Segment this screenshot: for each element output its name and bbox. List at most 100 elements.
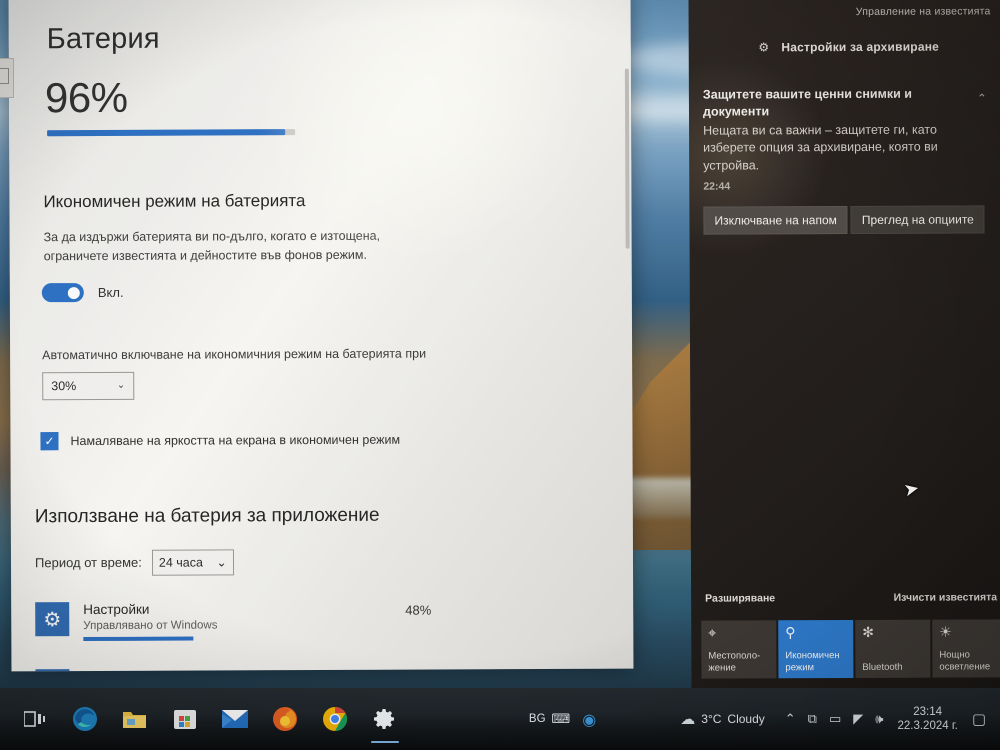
mail-glyph xyxy=(222,710,248,728)
window-scrollbar[interactable] xyxy=(624,68,630,249)
firefox-glyph xyxy=(273,707,297,731)
task-view-glyph xyxy=(24,711,45,727)
battery-saver-toggle-label: Вкл. xyxy=(97,284,124,300)
help-icon[interactable]: ◉ xyxy=(576,710,602,729)
time-period-dropdown[interactable]: 24 часа ⌄ xyxy=(151,549,234,576)
manage-notifications-link[interactable]: Управление на известията xyxy=(856,5,991,18)
auto-enable-threshold-dropdown[interactable]: 30% ⌄ xyxy=(42,371,135,400)
view-options-button[interactable]: Преглед на опциите xyxy=(850,205,985,235)
battery-level-bar xyxy=(47,129,296,137)
background-window-fragment xyxy=(0,58,14,98)
location-icon: ⌖ xyxy=(708,625,717,642)
quick-action-label: Местополо-жение xyxy=(708,650,761,674)
battery-percent-value: 96% xyxy=(44,73,128,122)
clock-time: 23:14 xyxy=(913,705,943,718)
firefox-icon[interactable] xyxy=(270,704,300,734)
notification-app-header: ⚙ Настройки за архивиране xyxy=(703,39,995,55)
store-glyph xyxy=(174,710,196,729)
taskbar: BG ⌨ ◉ ☁ 3°C Cloudy ⌃ ⧉ ▭ ◤ 🕪 23:14 22.3… xyxy=(0,688,1000,750)
auto-enable-label: Автоматично включване на икономичния реж… xyxy=(42,346,427,362)
battery-saver-toggle-row: Вкл. xyxy=(41,280,610,302)
gear-icon: ⚙ xyxy=(35,601,70,636)
file-explorer-icon[interactable] xyxy=(120,704,150,734)
battery-saver-toggle[interactable] xyxy=(41,282,84,302)
settings-content: Батерия 96% Икономичен режим на батерият… xyxy=(9,0,612,672)
quick-actions-grid: ⌖ Местополо-жение ⚲ Икономичен режим ✻ Bl… xyxy=(701,619,1000,679)
quick-action-label: Bluetooth xyxy=(862,661,903,673)
settings-window: — ▢ ✕ Батерия 96% Икономичен режим на ба… xyxy=(8,0,634,672)
quick-action-bluetooth[interactable]: ✻ Bluetooth xyxy=(855,619,931,678)
weather-condition[interactable]: Cloudy xyxy=(727,712,778,726)
keyboard-icon[interactable]: ⌨ xyxy=(546,712,577,727)
action-center-footer: Разширяване Изчисти известията xyxy=(705,591,997,604)
edge-glyph xyxy=(73,707,97,731)
app-usage-bar xyxy=(83,636,313,641)
auto-enable-threshold-value: 30% xyxy=(51,378,77,393)
time-period-label: Период от време: xyxy=(34,555,142,571)
dismiss-reminder-button[interactable]: Изключване на напом xyxy=(703,206,848,235)
screenshot-root: — ▢ ✕ Батерия 96% Икономичен режим на ба… xyxy=(0,0,1000,750)
active-indicator xyxy=(371,740,399,743)
app-usage-meta: Настройки Управлявано от Windows xyxy=(83,600,383,641)
gear-icon: ⚙ xyxy=(758,40,770,55)
clock-date: 22.3.2024 г. xyxy=(897,720,958,732)
notification-actions: Изключване на напом Преглед на опциите xyxy=(703,205,995,235)
battery-usage-heading: Използване на батерия за приложение xyxy=(34,504,380,528)
quick-action-night-light[interactable]: ☀ Нощно осветление xyxy=(932,619,1000,678)
system-tray: BG ⌨ ◉ ☁ 3°C Cloudy ⌃ ⧉ ▭ ◤ 🕪 23:14 22.3… xyxy=(529,705,992,734)
night-light-icon: ☀ xyxy=(939,624,952,641)
app-usage-percent: 48% xyxy=(405,602,432,618)
quick-action-label: Икономичен режим xyxy=(785,650,840,673)
time-period-value: 24 часа xyxy=(158,555,203,570)
battery-saver-description: За да издържи батерията ви по-дълго, ког… xyxy=(43,228,381,264)
notification-app-name: Настройки за архивиране xyxy=(781,39,940,55)
action-center-panel: Управление на известията ⚙ Настройки за … xyxy=(688,0,1000,691)
camera-icon[interactable]: ⧉ xyxy=(802,712,823,727)
dim-screen-checkbox-label: Намаляване на яркостта на екрана в иконо… xyxy=(70,432,401,448)
app-subtitle: Управлявано от Windows xyxy=(83,619,218,632)
taskbar-icons xyxy=(20,704,400,743)
battery-level-fill xyxy=(47,129,286,137)
volume-icon[interactable]: 🕪 xyxy=(869,712,889,727)
app-usage-fill xyxy=(83,636,194,641)
action-center-icon[interactable]: ▢ xyxy=(966,710,992,728)
chevron-down-icon: ⌄ xyxy=(216,555,227,570)
dim-screen-checkbox[interactable]: ✓ xyxy=(40,431,59,450)
quick-action-label: Нощно осветление xyxy=(939,649,991,673)
task-view-icon[interactable] xyxy=(20,704,50,734)
expand-link[interactable]: Разширяване xyxy=(705,592,775,604)
dim-screen-checkbox-row[interactable]: ✓ Намаляване на яркостта на екрана в ико… xyxy=(40,429,610,450)
wifi-icon[interactable]: ◤ xyxy=(847,712,869,727)
app-usage-row[interactable]: ⚙ Настройки Управлявано от Windows 48% xyxy=(35,599,611,641)
quick-action-location[interactable]: ⌖ Местополо-жение xyxy=(701,620,777,679)
chevron-up-icon[interactable]: ⌃ xyxy=(977,91,987,105)
toggle-knob xyxy=(67,286,80,299)
shield-icon: 🛡 xyxy=(35,668,70,672)
chevron-up-icon[interactable]: ⌃ xyxy=(779,712,802,727)
app-name: Настройки xyxy=(83,601,150,617)
page-title: Батерия xyxy=(46,22,160,56)
quick-action-battery-saver[interactable]: ⚲ Икономичен режим xyxy=(778,619,854,679)
microsoft-store-icon[interactable] xyxy=(170,704,200,734)
notification-timestamp: 22:44 xyxy=(703,180,731,193)
mail-icon[interactable] xyxy=(220,704,250,734)
battery-saver-heading: Икономичен режим на батерията xyxy=(43,191,306,212)
battery-saver-icon: ⚲ xyxy=(785,625,796,642)
clear-notifications-link[interactable]: Изчисти известията xyxy=(894,591,998,603)
folder-glyph xyxy=(123,712,146,728)
notification-title: Защитете вашите ценни снимки и документи xyxy=(702,86,912,119)
chrome-icon[interactable] xyxy=(320,704,350,734)
notification-card[interactable]: ⚙ Настройки за архивиране Защитете вашит… xyxy=(703,39,996,235)
chevron-down-icon: ⌄ xyxy=(116,380,126,392)
time-period-row: Период от време: 24 часа ⌄ xyxy=(35,547,611,576)
language-indicator[interactable]: BG xyxy=(529,713,546,725)
weather-cloud-icon: ☁ xyxy=(680,710,696,728)
bluetooth-icon: ✻ xyxy=(862,624,875,641)
weather-temperature[interactable]: 3°C xyxy=(701,712,727,726)
notification-body: Нещата ви са важни – защитете ги, като и… xyxy=(703,122,938,173)
settings-gear-icon[interactable] xyxy=(370,704,400,743)
gear-glyph xyxy=(374,709,394,729)
edge-icon[interactable] xyxy=(70,704,100,734)
clock[interactable]: 23:14 22.3.2024 г. xyxy=(889,705,965,734)
battery-tray-icon[interactable]: ▭ xyxy=(823,712,847,727)
